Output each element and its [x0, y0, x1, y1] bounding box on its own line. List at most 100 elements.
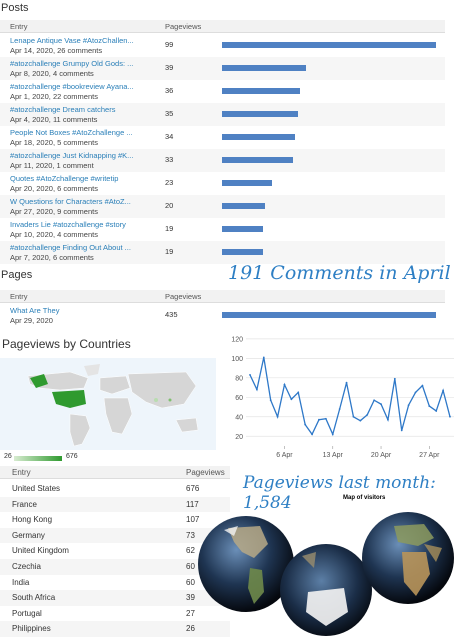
post-pageviews-bar [222, 42, 436, 48]
map-legend-gradient [14, 456, 62, 461]
chart-x-tick-label: 27 Apr [419, 452, 440, 459]
post-row: #atozchallenge Dream catchers Apr 4, 2020… [0, 103, 445, 126]
world-map[interactable] [0, 358, 216, 450]
post-pageviews: 33 [165, 155, 174, 164]
post-pageviews: 20 [165, 201, 174, 210]
country-pageviews: 117 [186, 499, 199, 509]
post-meta: Apr 10, 2020, 4 comments [10, 230, 98, 239]
map-greenland [84, 364, 100, 376]
chart-y-tick-label: 20 [235, 434, 243, 441]
chart-point[interactable] [249, 374, 251, 376]
post-pageviews: 34 [165, 132, 174, 141]
post-row: #atozchallenge #bookreview Ayana... Apr 1… [0, 80, 445, 103]
chart-y-tick-label: 60 [235, 395, 243, 402]
chart-point[interactable] [421, 384, 424, 387]
post-title-link[interactable]: Quotes #AtoZchallenge #writetip [10, 174, 142, 183]
chart-point[interactable] [400, 429, 403, 432]
post-pageviews-bar [222, 226, 264, 232]
world-map-svg [27, 364, 199, 447]
map-land-australia [175, 417, 199, 433]
chart-point[interactable] [435, 410, 438, 412]
chart-point[interactable] [359, 419, 362, 422]
pageviews-line-chart[interactable]: 20 40 60 80 100 120 6 Apr 13 Apr 20 Apr 27 Apr [226, 328, 456, 463]
country-pageviews: 26 [186, 624, 195, 634]
post-title-link[interactable]: Invaders Lie #atozchallenge #story [10, 220, 142, 229]
country-row: Germany 73 [0, 527, 230, 544]
post-row: #atozchallenge Finding Out About ... Apr … [0, 241, 445, 264]
post-title-link[interactable]: #atozchallenge Just Kidnapping #K... [10, 151, 142, 160]
chart-point[interactable] [345, 381, 348, 384]
post-row: Quotes #AtoZchallenge #writetip Apr 20, 2… [0, 172, 445, 195]
pages-col-entry: Entry [10, 292, 28, 301]
chart-point[interactable] [262, 356, 265, 359]
post-title-link[interactable]: #atozchallenge Grumpy Old Gods: ... [10, 59, 142, 68]
chart-point[interactable] [276, 415, 279, 418]
country-name: United States [12, 484, 61, 493]
map-of-visitors-label: Map of visitors [343, 495, 386, 501]
post-title-link[interactable]: #atozchallenge #bookreview Ayana... [10, 82, 142, 91]
post-pageviews-bar [222, 180, 272, 186]
page-pageviews: 435 [165, 310, 178, 319]
post-meta: Apr 7, 2020, 6 comments [10, 253, 94, 262]
chart-point[interactable] [414, 391, 417, 394]
chart-point[interactable] [297, 391, 300, 394]
chart-point[interactable] [283, 383, 286, 386]
post-pageviews: 36 [165, 86, 174, 95]
chart-point[interactable] [366, 413, 369, 416]
chart-point[interactable] [338, 408, 341, 410]
post-title-link[interactable]: #atozchallenge Dream catchers [10, 105, 142, 114]
chart-point[interactable] [331, 433, 334, 436]
chart-point[interactable] [407, 404, 410, 406]
map-land-asia [127, 371, 197, 409]
pages-col-pageviews: Pageviews [165, 292, 202, 301]
chart-point[interactable] [449, 415, 451, 418]
post-title-link[interactable]: People Not Boxes #AtoZchallenge ... [10, 128, 142, 137]
chart-y-tick-label: 100 [231, 356, 243, 363]
post-row: #atozchallenge Just Kidnapping #K... Apr … [0, 149, 445, 172]
post-pageviews-bar [222, 157, 294, 163]
chart-point[interactable] [393, 377, 396, 380]
country-pageviews: 62 [186, 546, 195, 556]
page-title-link[interactable]: What Are They [10, 306, 142, 315]
post-meta: Apr 1, 2020, 22 comments [10, 92, 98, 101]
pages-table-header: Entry Pageviews [0, 290, 445, 303]
post-title-link[interactable]: #atozchallenge Finding Out About ... [10, 243, 142, 252]
chart-point[interactable] [352, 415, 355, 418]
post-row: W Questions for Characters #AtoZ... Apr 2… [0, 195, 445, 218]
pageviews-banner-line1: Pageviews last month: [243, 473, 436, 493]
chart-point[interactable] [255, 388, 258, 391]
chart-point[interactable] [311, 433, 313, 436]
post-title-link[interactable]: W Questions for Characters #AtoZ... [10, 197, 142, 206]
post-row: Invaders Lie #atozchallenge #story Apr 10… [0, 218, 445, 241]
chart-x-tick-label: 13 Apr [323, 452, 344, 459]
map-legend-max: 676 [66, 453, 78, 460]
post-pageviews-bar [222, 88, 300, 94]
chart-point[interactable] [373, 399, 376, 402]
chart-point[interactable] [304, 423, 307, 426]
post-pageviews: 23 [165, 178, 174, 187]
pages-title: Pages [1, 269, 33, 281]
countries-title: Pageviews by Countries [2, 337, 131, 351]
map-land-europe [99, 375, 131, 395]
chart-point[interactable] [428, 405, 431, 407]
country-row: Hong Kong 107 [0, 512, 230, 528]
map-legend-min: 26 [4, 453, 12, 460]
post-pageviews-bar [222, 203, 266, 209]
country-row: Czechia 60 [0, 559, 230, 575]
post-meta: Apr 14, 2020, 26 comments [10, 46, 103, 55]
chart-point[interactable] [387, 418, 389, 421]
chart-point[interactable] [269, 399, 272, 402]
chart-point[interactable] [324, 417, 327, 420]
post-title-link[interactable]: Lenape Antique Vase #AtozChallen... [10, 36, 142, 45]
post-meta: Apr 8, 2020, 4 comments [10, 69, 94, 78]
chart-point[interactable] [380, 403, 382, 406]
chart-x-tick-label: 20 Apr [371, 452, 392, 459]
chart-point[interactable] [442, 389, 445, 392]
page-meta: Apr 29, 2020 [10, 316, 53, 325]
post-row: People Not Boxes #AtoZchallenge ... Apr 1… [0, 126, 445, 149]
country-row: United States 676 [0, 481, 230, 497]
country-name: Philippines [12, 624, 51, 634]
post-meta: Apr 4, 2020, 11 comments [10, 115, 98, 124]
chart-point[interactable] [290, 398, 293, 401]
chart-point[interactable] [318, 418, 320, 421]
